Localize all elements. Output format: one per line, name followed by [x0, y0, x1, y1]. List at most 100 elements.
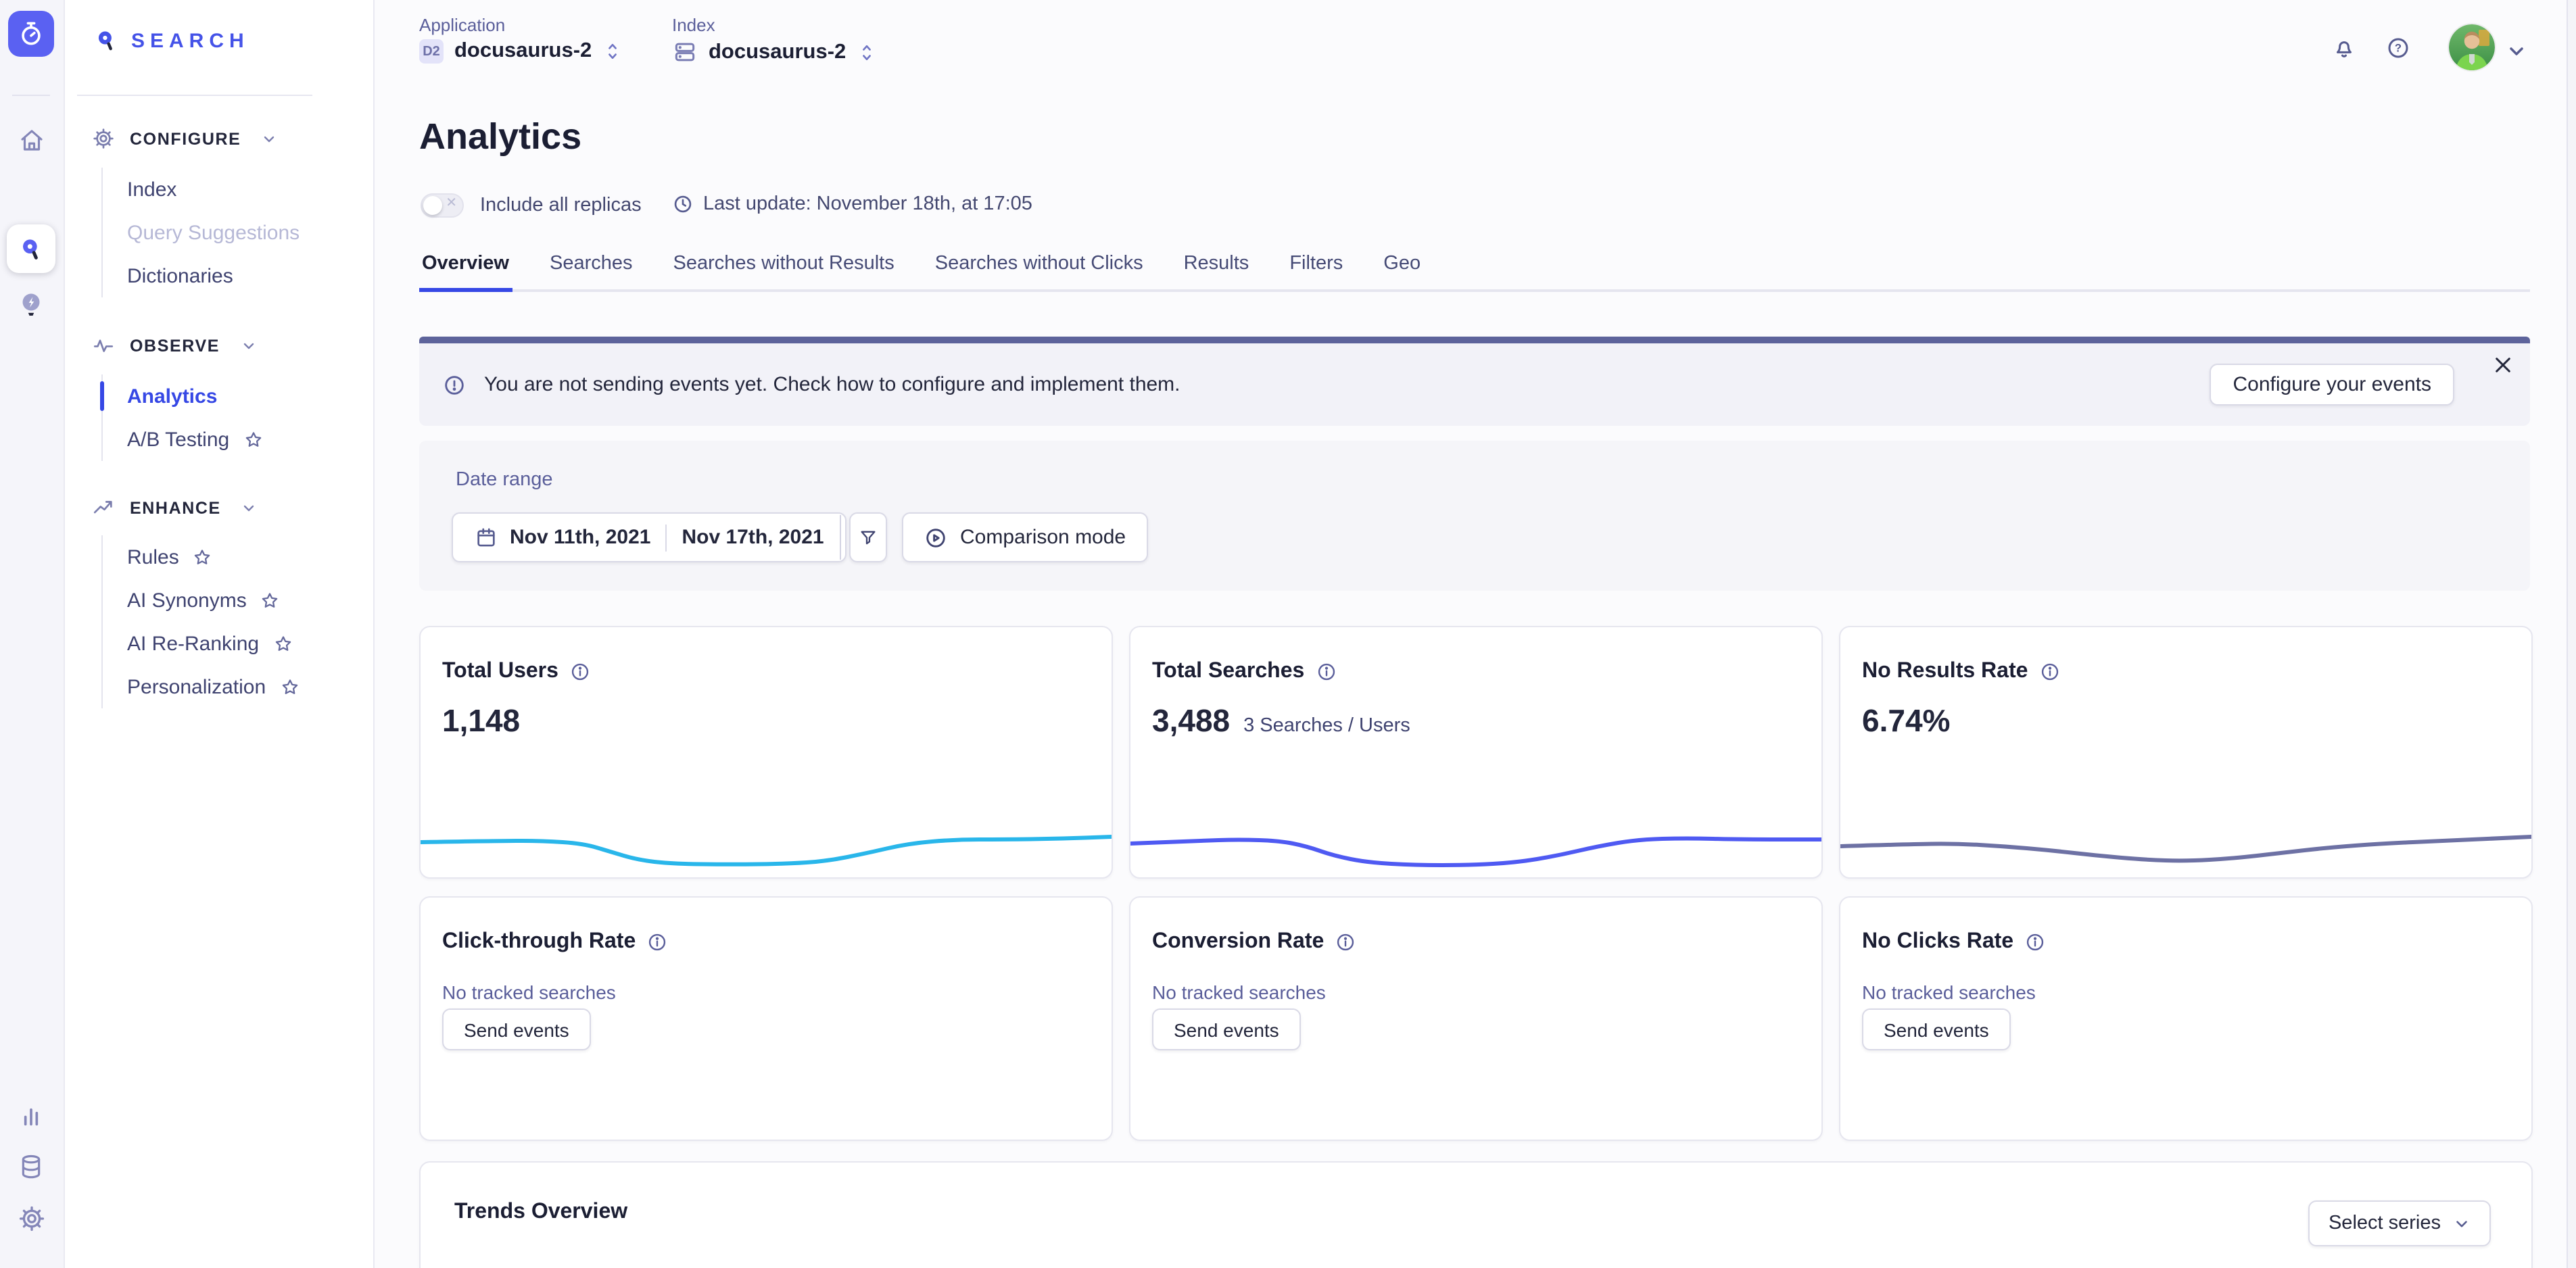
sidebar-item-ai-synonyms[interactable]: AI Synonyms: [103, 579, 300, 622]
sidebar: SEARCH CONFIGURE Index Query Suggestions…: [64, 0, 375, 1268]
chevron-down-icon: [240, 337, 256, 353]
chevron-down-icon: [261, 130, 277, 147]
application-label: Application: [419, 15, 505, 35]
section-label: CONFIGURE: [130, 129, 241, 148]
sidebar-item-ab-testing[interactable]: A/B Testing: [103, 418, 263, 461]
section-enhance[interactable]: ENHANCE: [92, 496, 258, 519]
scrollbar[interactable]: [2567, 0, 2576, 1268]
tab-geo[interactable]: Geo: [1381, 249, 1423, 289]
no-clicks-rate-card: No Clicks Rate No tracked searches Send …: [1839, 896, 2533, 1141]
section-configure[interactable]: CONFIGURE: [92, 127, 277, 150]
star-icon: [243, 429, 263, 449]
alert-circle-icon: [442, 372, 467, 397]
card-title: Total Users: [442, 660, 558, 684]
index-selector[interactable]: docusaurus-2: [672, 39, 876, 65]
tab-results[interactable]: Results: [1181, 249, 1252, 289]
notifications-bell-icon[interactable]: [2331, 35, 2356, 59]
date-range-panel: Date range Nov 11th, 2021 Nov 17th, 2021: [419, 441, 2530, 591]
comparison-mode-button[interactable]: Comparison mode: [902, 512, 1147, 562]
settings-gear-icon[interactable]: [15, 1202, 47, 1234]
sidebar-item-index[interactable]: Index: [103, 168, 300, 211]
empty-state-text: No tracked searches: [1862, 981, 2036, 1003]
section-label: OBSERVE: [130, 336, 220, 355]
star-icon: [279, 677, 300, 697]
total-users-sparkline: [421, 826, 1112, 875]
usage-chart-icon[interactable]: [15, 1099, 47, 1131]
enhance-items: Rules AI Synonyms AI Re-Ranking Personal…: [101, 535, 300, 708]
configure-events-button[interactable]: Configure your events: [2210, 364, 2455, 406]
sidebar-item-ai-reranking[interactable]: AI Re-Ranking: [103, 622, 300, 665]
tab-searches[interactable]: Searches: [547, 249, 636, 289]
comparison-mode-label: Comparison mode: [960, 526, 1126, 549]
trending-up-icon: [92, 496, 115, 519]
date-range-picker[interactable]: Nov 11th, 2021 Nov 17th, 2021: [452, 512, 847, 562]
empty-state-text: No tracked searches: [1152, 981, 1326, 1003]
sort-arrows-icon: [857, 41, 876, 63]
main-content: Application D2 docusaurus-2 Index docusa…: [373, 0, 2576, 1268]
sidebar-divider: [77, 95, 312, 96]
filter-funnel-button[interactable]: [849, 512, 887, 562]
data-database-icon[interactable]: [15, 1150, 47, 1183]
section-observe[interactable]: OBSERVE: [92, 334, 256, 357]
include-replicas-toggle[interactable]: ✕: [421, 193, 464, 218]
select-series-label: Select series: [2329, 1213, 2441, 1234]
info-icon[interactable]: [1335, 931, 1356, 953]
info-icon[interactable]: [569, 661, 591, 683]
tab-overview[interactable]: Overview: [419, 249, 512, 292]
search-logo-icon: [93, 27, 119, 54]
application-selector[interactable]: D2 docusaurus-2: [419, 39, 621, 64]
rail-divider: [12, 95, 50, 96]
no-results-rate-card: No Results Rate 6.74%: [1839, 626, 2533, 879]
sidebar-item-dictionaries[interactable]: Dictionaries: [103, 254, 300, 297]
clock-icon: [672, 193, 694, 215]
info-icon[interactable]: [646, 931, 668, 953]
configure-items: Index Query Suggestions Dictionaries: [101, 168, 300, 297]
help-icon[interactable]: ?: [2385, 35, 2410, 59]
funnel-icon: [859, 526, 878, 549]
tab-searches-without-results[interactable]: Searches without Results: [671, 249, 897, 289]
tab-searches-without-clicks[interactable]: Searches without Clicks: [932, 249, 1146, 289]
conversion-rate-card: Conversion Rate No tracked searches Send…: [1129, 896, 1823, 1141]
user-menu-chevron-icon[interactable]: [2506, 41, 2530, 65]
sidebar-item-rules[interactable]: Rules: [103, 535, 300, 579]
card-title: Click-through Rate: [442, 930, 636, 954]
divider: [840, 515, 841, 560]
sidebar-item-query-suggestions[interactable]: Query Suggestions: [103, 211, 300, 254]
search-product-active[interactable]: [7, 224, 55, 273]
click-through-rate-card: Click-through Rate No tracked searches S…: [419, 896, 1113, 1141]
user-avatar[interactable]: [2449, 24, 2495, 70]
analytics-tabs: Overview Searches Searches without Resul…: [419, 249, 2530, 292]
select-series-button[interactable]: Select series: [2308, 1200, 2491, 1246]
tab-filters[interactable]: Filters: [1287, 249, 1345, 289]
card-title: Conversion Rate: [1152, 930, 1324, 954]
star-icon: [193, 547, 213, 567]
send-events-button[interactable]: Send events: [442, 1008, 591, 1050]
sidebar-item-personalization[interactable]: Personalization: [103, 665, 300, 708]
info-icon[interactable]: [2024, 931, 2046, 953]
card-title: No Clicks Rate: [1862, 930, 2013, 954]
events-banner: You are not sending events yet. Check ho…: [419, 337, 2530, 426]
info-icon[interactable]: [2038, 661, 2060, 683]
date-end: Nov 17th, 2021: [682, 526, 824, 549]
active-indicator: [100, 381, 104, 411]
product-name: SEARCH: [131, 29, 249, 52]
send-events-button[interactable]: Send events: [1152, 1008, 1301, 1050]
card-subtitle: 3 Searches / Users: [1243, 715, 1410, 737]
last-update: Last update: November 18th, at 17:05: [672, 193, 1032, 215]
date-range-label: Date range: [456, 469, 553, 491]
index-icon: [672, 39, 698, 65]
card-title: Total Searches: [1152, 660, 1304, 684]
pulse-icon: [92, 334, 115, 357]
home-icon[interactable]: [15, 123, 47, 155]
star-icon: [260, 590, 281, 610]
info-icon[interactable]: [1315, 661, 1337, 683]
total-users-card: Total Users 1,148: [419, 626, 1113, 879]
recommend-lightbulb-icon[interactable]: [15, 289, 47, 322]
search-logo[interactable]: SEARCH: [93, 27, 249, 54]
stopwatch-app-icon[interactable]: [8, 11, 54, 57]
toggle-label: Include all replicas: [480, 195, 642, 216]
send-events-button[interactable]: Send events: [1862, 1008, 2011, 1050]
close-icon[interactable]: [2492, 354, 2514, 376]
sidebar-item-analytics[interactable]: Analytics: [103, 374, 263, 418]
date-start: Nov 11th, 2021: [510, 526, 650, 549]
